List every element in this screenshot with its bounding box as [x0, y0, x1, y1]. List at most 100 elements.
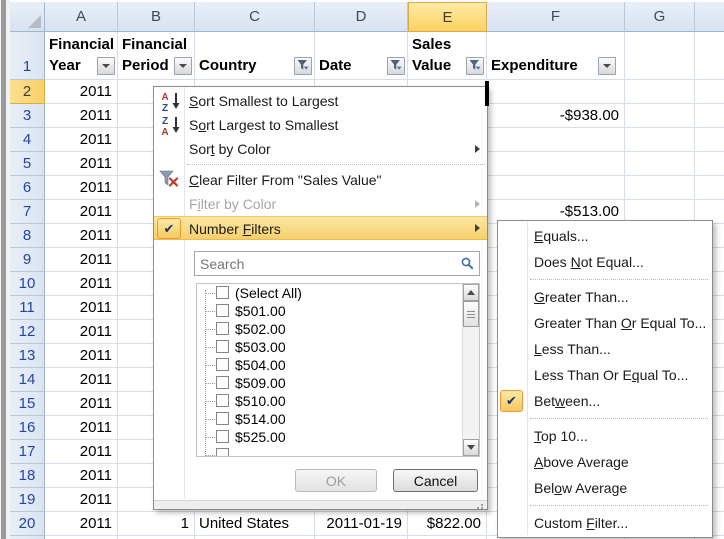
cell-h5[interactable]	[695, 152, 724, 176]
checkbox[interactable]	[216, 412, 229, 425]
submenu-item-below-average[interactable]: Below Average	[498, 475, 712, 501]
checkbox[interactable]	[216, 286, 229, 299]
cell-A5[interactable]: 2011	[45, 152, 118, 176]
cell-G4[interactable]	[625, 128, 695, 152]
filter-value-525-00[interactable]: $525.00	[197, 428, 479, 446]
submenu-item-custom-filter[interactable]: Custom Filter...	[498, 510, 712, 536]
cell-h3[interactable]	[695, 104, 724, 128]
cell-A10[interactable]: 2011	[45, 272, 118, 296]
cell-G2[interactable]	[625, 80, 695, 104]
submenu-item-equals[interactable]: Equals...	[498, 223, 712, 249]
row-header-13[interactable]: 13	[10, 344, 45, 368]
row-header-11[interactable]: 11	[10, 296, 45, 320]
filter-value-502-00[interactable]: $502.00	[197, 320, 479, 338]
cancel-button[interactable]: Cancel	[393, 469, 478, 492]
filter-value-select-all[interactable]: (Select All)	[197, 284, 479, 302]
row-header-9[interactable]: 9	[10, 248, 45, 272]
filter-button-date[interactable]	[387, 57, 405, 75]
cell-h4[interactable]	[695, 128, 724, 152]
row-header-12[interactable]: 12	[10, 320, 45, 344]
filter-value-partial[interactable]	[197, 446, 479, 457]
filter-value-501-00[interactable]: $501.00	[197, 302, 479, 320]
submenu-item-does-not-equal[interactable]: Does Not Equal...	[498, 249, 712, 275]
submenu-item-less-than-or-equal-to[interactable]: Less Than Or Equal To...	[498, 362, 712, 388]
cell-C20[interactable]: United States	[195, 512, 315, 536]
cell-A3[interactable]: 2011	[45, 104, 118, 128]
filter-value-503-00[interactable]: $503.00	[197, 338, 479, 356]
ok-button[interactable]: OK	[295, 469, 377, 492]
scroll-down-button[interactable]	[463, 439, 479, 456]
filter-button-financial-period[interactable]	[174, 57, 192, 75]
cell-A7[interactable]: 2011	[45, 200, 118, 224]
cell-F2[interactable]	[487, 80, 625, 104]
row-header-14[interactable]: 14	[10, 368, 45, 392]
column-header-partial[interactable]	[695, 2, 724, 32]
cell-B20[interactable]: 1	[118, 512, 195, 536]
scroll-thumb[interactable]	[463, 301, 479, 327]
cell-A18[interactable]: 2011	[45, 464, 118, 488]
row-header-7[interactable]: 7	[10, 200, 45, 224]
menu-item-sort-largest-to-smallest[interactable]: ZASort Largest to Smallest	[154, 113, 487, 137]
scrollbar[interactable]	[462, 284, 479, 456]
column-header-A[interactable]: A	[45, 2, 118, 32]
column-header-F[interactable]: F	[487, 2, 625, 32]
cell-A11[interactable]: 2011	[45, 296, 118, 320]
select-all-corner[interactable]	[10, 2, 45, 32]
filter-value-510-00[interactable]: $510.00	[197, 392, 479, 410]
cell-A2[interactable]: 2011	[45, 80, 118, 104]
column-header-B[interactable]: B	[118, 2, 195, 32]
checkbox[interactable]	[216, 358, 229, 371]
filter-button-country[interactable]	[294, 57, 312, 75]
cell-E20[interactable]: $822.00	[408, 512, 487, 536]
cell-A17[interactable]: 2011	[45, 440, 118, 464]
row-header-1[interactable]: 1	[10, 32, 45, 80]
row-header-20[interactable]: 20	[10, 512, 45, 536]
checkbox[interactable]	[216, 430, 229, 443]
row-header-10[interactable]: 10	[10, 272, 45, 296]
cell-F5[interactable]	[487, 152, 625, 176]
filter-value-514-00[interactable]: $514.00	[197, 410, 479, 428]
row-header-2[interactable]: 2	[10, 80, 45, 104]
row-header-5[interactable]: 5	[10, 152, 45, 176]
checkbox[interactable]	[216, 340, 229, 353]
filter-button-sales-value[interactable]	[466, 57, 484, 75]
cell-D20[interactable]: 2011-01-19	[315, 512, 408, 536]
submenu-item-between[interactable]: ✔Between...	[498, 388, 712, 414]
menu-item-filter-by-color[interactable]: Filter by Color	[154, 192, 487, 216]
search-box[interactable]	[194, 251, 480, 276]
filter-button-expenditure[interactable]	[598, 57, 616, 75]
checkbox[interactable]	[216, 394, 229, 407]
row-header-18[interactable]: 18	[10, 464, 45, 488]
row-header-8[interactable]: 8	[10, 224, 45, 248]
submenu-item-above-average[interactable]: Above Average	[498, 449, 712, 475]
column-header-D[interactable]: D	[315, 2, 408, 32]
filter-button-financial-year[interactable]	[97, 57, 115, 75]
checkbox[interactable]	[216, 322, 229, 335]
checkbox[interactable]	[216, 448, 229, 457]
row-header-15[interactable]: 15	[10, 392, 45, 416]
cell-A13[interactable]: 2011	[45, 344, 118, 368]
cell-A4[interactable]: 2011	[45, 128, 118, 152]
cell-A6[interactable]: 2011	[45, 176, 118, 200]
scroll-up-button[interactable]	[463, 284, 479, 301]
menu-item-clear-filter-from-sales-value[interactable]: Clear Filter From "Sales Value"	[154, 168, 487, 192]
cell-h2[interactable]	[695, 80, 724, 104]
cell-G5[interactable]	[625, 152, 695, 176]
filter-value-509-00[interactable]: $509.00	[197, 374, 479, 392]
search-icon[interactable]	[460, 256, 475, 276]
row-header-19[interactable]: 19	[10, 488, 45, 512]
cell-A19[interactable]: 2011	[45, 488, 118, 512]
cell-A20[interactable]: 2011	[45, 512, 118, 536]
cell-A8[interactable]: 2011	[45, 224, 118, 248]
cell-A16[interactable]: 2011	[45, 416, 118, 440]
cell-A12[interactable]: 2011	[45, 320, 118, 344]
cell-G3[interactable]	[625, 104, 695, 128]
checkbox[interactable]	[216, 304, 229, 317]
column-header-E[interactable]: E	[408, 2, 487, 32]
row-header-16[interactable]: 16	[10, 416, 45, 440]
checkbox[interactable]	[216, 376, 229, 389]
column-header-C[interactable]: C	[195, 2, 315, 32]
cell-G6[interactable]	[625, 176, 695, 200]
row-header-6[interactable]: 6	[10, 176, 45, 200]
menu-item-sort-by-color[interactable]: Sort by Color	[154, 137, 487, 161]
